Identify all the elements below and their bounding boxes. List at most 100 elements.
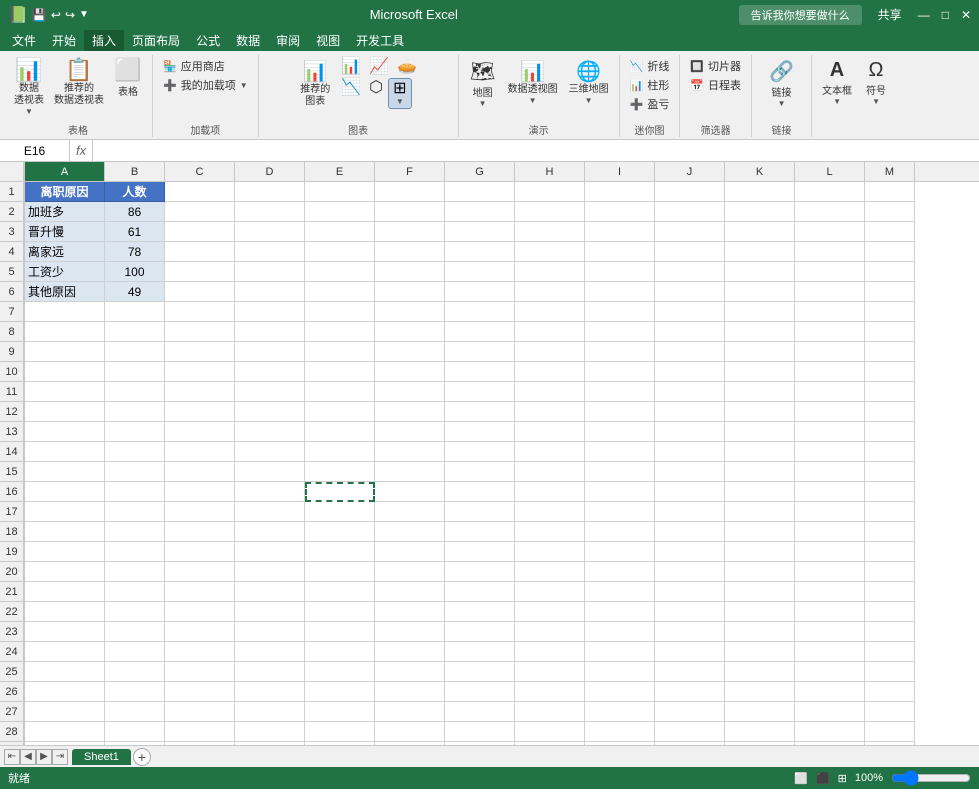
grid-cell[interactable] (165, 742, 235, 745)
grid-cell[interactable] (725, 602, 795, 622)
grid-cell[interactable] (655, 382, 725, 402)
row-header-17[interactable]: 17 (0, 502, 24, 522)
grid-cell[interactable] (725, 362, 795, 382)
grid-cell[interactable] (105, 522, 165, 542)
grid-cell[interactable] (795, 522, 865, 542)
grid-cell[interactable] (235, 522, 305, 542)
grid-cell[interactable] (865, 222, 915, 242)
grid-cell[interactable] (305, 222, 375, 242)
pivot-chart-button[interactable]: 📊 数据透视图 ▼ (504, 57, 562, 107)
grid-cell[interactable] (445, 282, 515, 302)
grid-cell[interactable] (725, 522, 795, 542)
grid-cell[interactable] (165, 682, 235, 702)
grid-cell[interactable] (655, 342, 725, 362)
grid-cell[interactable]: 78 (105, 242, 165, 262)
grid-cell[interactable] (655, 722, 725, 742)
grid-cell[interactable] (725, 242, 795, 262)
grid-cell[interactable]: 86 (105, 202, 165, 222)
grid-cell[interactable] (655, 622, 725, 642)
grid-cell[interactable] (865, 402, 915, 422)
grid-cell[interactable] (165, 602, 235, 622)
row-header-4[interactable]: 4 (0, 242, 24, 262)
grid-cell[interactable] (25, 562, 105, 582)
grid-cell[interactable] (235, 582, 305, 602)
grid-cell[interactable] (445, 362, 515, 382)
grid-cell[interactable] (865, 602, 915, 622)
grid-cell[interactable] (375, 602, 445, 622)
grid-cell[interactable] (25, 542, 105, 562)
menu-formula[interactable]: 公式 (188, 30, 228, 51)
grid-cell[interactable] (795, 422, 865, 442)
grid-cell[interactable] (725, 662, 795, 682)
grid-cell[interactable]: 49 (105, 282, 165, 302)
grid-cell[interactable] (515, 682, 585, 702)
grid-cell[interactable] (515, 542, 585, 562)
tab-scroll-right[interactable]: ▶ (36, 749, 52, 765)
row-header-29[interactable]: 29 (0, 742, 24, 745)
grid-cell[interactable] (305, 422, 375, 442)
grid-cell[interactable] (25, 702, 105, 722)
grid-cell[interactable] (515, 442, 585, 462)
grid-cell[interactable] (375, 302, 445, 322)
menu-developer[interactable]: 开发工具 (348, 30, 412, 51)
zoom-slider[interactable] (891, 770, 971, 786)
grid-cell[interactable] (585, 282, 655, 302)
grid-cell[interactable] (445, 382, 515, 402)
grid-cell[interactable] (585, 462, 655, 482)
corner-cell[interactable] (0, 162, 24, 182)
grid-cell[interactable] (105, 322, 165, 342)
grid-cell[interactable] (165, 262, 235, 282)
col-header-g[interactable]: G (445, 162, 515, 181)
grid-cell[interactable] (165, 662, 235, 682)
grid-cell[interactable] (375, 642, 445, 662)
grid-cell[interactable] (375, 442, 445, 462)
grid-cell[interactable] (725, 262, 795, 282)
grid-cell[interactable] (375, 662, 445, 682)
grid-cell[interactable] (375, 402, 445, 422)
grid-cell[interactable] (585, 422, 655, 442)
grid-cell[interactable] (795, 382, 865, 402)
grid-cell[interactable] (305, 242, 375, 262)
grid-cell[interactable] (515, 242, 585, 262)
grid-cell[interactable] (515, 282, 585, 302)
grid-cell[interactable] (725, 322, 795, 342)
grid-cell[interactable] (865, 642, 915, 662)
grid-cell[interactable] (585, 622, 655, 642)
symbol-button[interactable]: Ω 符号 ▼ (858, 57, 894, 108)
grid-cell[interactable] (445, 422, 515, 442)
grid-cell[interactable] (445, 722, 515, 742)
row-header-8[interactable]: 8 (0, 322, 24, 342)
grid-cell[interactable] (105, 542, 165, 562)
grid-cell[interactable] (105, 702, 165, 722)
grid-cell[interactable] (795, 462, 865, 482)
grid-cell[interactable] (515, 702, 585, 722)
grid-cell[interactable] (515, 302, 585, 322)
grid-cell[interactable] (725, 482, 795, 502)
grid-cell[interactable] (165, 702, 235, 722)
grid-cell[interactable] (105, 342, 165, 362)
grid-cell[interactable] (25, 362, 105, 382)
grid-cell[interactable] (235, 202, 305, 222)
grid-cell[interactable] (655, 482, 725, 502)
grid-cell[interactable] (795, 662, 865, 682)
grid-cell[interactable] (725, 302, 795, 322)
grid-cell[interactable]: 100 (105, 262, 165, 282)
grid-cell[interactable] (445, 302, 515, 322)
grid-cell[interactable] (725, 642, 795, 662)
col-header-i[interactable]: I (585, 162, 655, 181)
grid-cell[interactable] (305, 462, 375, 482)
grid-cell[interactable] (585, 702, 655, 722)
grid-cell[interactable] (235, 262, 305, 282)
grid-cell[interactable] (865, 242, 915, 262)
grid-cell[interactable] (375, 222, 445, 242)
grid-cell[interactable] (305, 482, 375, 502)
grid-cell[interactable] (515, 602, 585, 622)
grid-cell[interactable] (165, 462, 235, 482)
row-header-3[interactable]: 3 (0, 222, 24, 242)
grid-cell[interactable] (445, 442, 515, 462)
grid-cell[interactable] (305, 342, 375, 362)
grid-cell[interactable] (725, 502, 795, 522)
grid-cell[interactable] (515, 222, 585, 242)
grid-cell[interactable] (795, 502, 865, 522)
grid-cell[interactable] (105, 362, 165, 382)
